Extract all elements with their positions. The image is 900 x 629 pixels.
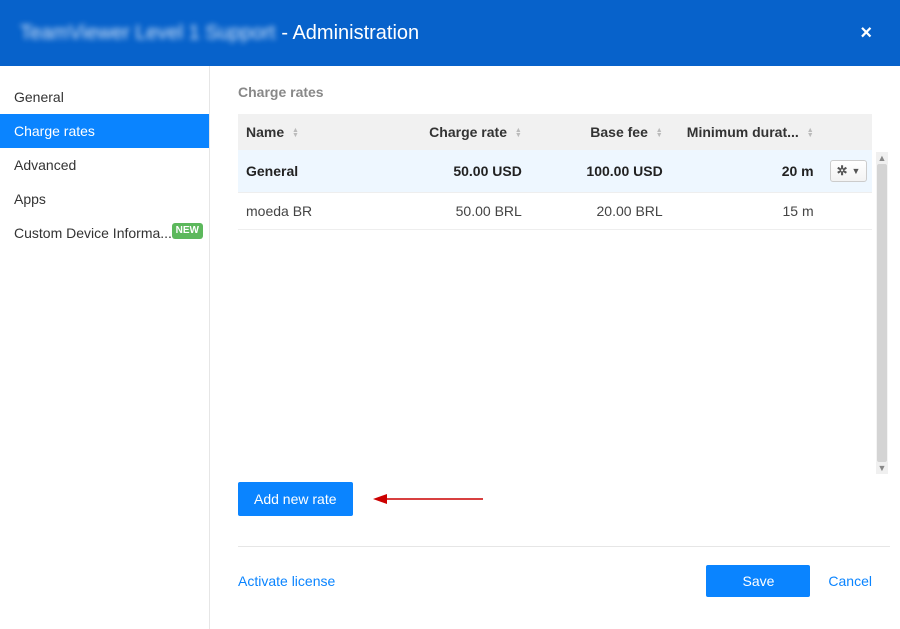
cell-base-fee: 20.00 BRL	[530, 193, 671, 230]
window-title-prefix: TeamViewer Level 1 Support	[20, 22, 275, 45]
column-header-actions	[822, 114, 872, 150]
arrow-annotation	[373, 489, 483, 509]
charge-rates-table-wrap: Name Charge rate Base fee Minimum d	[238, 114, 890, 474]
sidebar: General Charge rates Advanced Apps Custo…	[0, 66, 210, 629]
sidebar-item-label: Apps	[14, 191, 46, 207]
new-badge: NEW	[172, 223, 203, 239]
cancel-link[interactable]: Cancel	[828, 573, 872, 589]
gear-icon: ✲	[837, 163, 848, 179]
column-header-label: Minimum durat...	[687, 124, 799, 140]
sort-icon	[656, 128, 663, 138]
cell-name: General	[238, 150, 389, 193]
column-header-base-fee[interactable]: Base fee	[530, 114, 671, 150]
sidebar-item-advanced[interactable]: Advanced	[0, 148, 209, 182]
add-new-rate-button[interactable]: Add new rate	[238, 482, 353, 516]
sort-icon	[515, 128, 522, 138]
section-title: Charge rates	[238, 84, 890, 100]
cell-charge-rate: 50.00 USD	[389, 150, 530, 193]
window-title-suffix: - Administration	[281, 22, 419, 45]
sidebar-item-custom-device-info[interactable]: Custom Device Informa... NEW	[0, 216, 209, 250]
cell-min-duration: 15 m	[671, 193, 822, 230]
charge-rates-table: Name Charge rate Base fee Minimum d	[238, 114, 872, 230]
table-row[interactable]: General 50.00 USD 100.00 USD 20 m ✲ ▼	[238, 150, 872, 193]
sidebar-item-charge-rates[interactable]: Charge rates	[0, 114, 209, 148]
window-title: TeamViewer Level 1 Support - Administrat…	[20, 22, 419, 45]
cell-min-duration: 20 m	[671, 150, 822, 193]
vertical-scrollbar[interactable]: ▲ ▼	[876, 152, 888, 474]
scroll-down-icon[interactable]: ▼	[876, 462, 888, 474]
sidebar-item-general[interactable]: General	[0, 80, 209, 114]
column-header-label: Charge rate	[429, 124, 507, 140]
close-icon[interactable]: ×	[852, 18, 880, 49]
sidebar-item-apps[interactable]: Apps	[0, 182, 209, 216]
main-panel: Charge rates Name Charge rate	[210, 66, 900, 629]
table-row[interactable]: moeda BR 50.00 BRL 20.00 BRL 15 m	[238, 193, 872, 230]
column-header-label: Name	[246, 124, 284, 140]
scroll-thumb[interactable]	[877, 164, 887, 462]
sidebar-item-label: Advanced	[14, 157, 76, 173]
chevron-down-icon: ▼	[852, 166, 861, 176]
column-header-min-duration[interactable]: Minimum durat...	[671, 114, 822, 150]
sort-icon	[292, 128, 299, 138]
sidebar-item-label: Custom Device Informa...	[14, 225, 172, 241]
cell-charge-rate: 50.00 BRL	[389, 193, 530, 230]
window-header: TeamViewer Level 1 Support - Administrat…	[0, 0, 900, 66]
sort-icon	[807, 128, 814, 138]
column-header-label: Base fee	[590, 124, 648, 140]
activate-license-link[interactable]: Activate license	[238, 573, 335, 589]
sidebar-item-label: General	[14, 89, 64, 105]
footer: Activate license Save Cancel	[238, 547, 890, 615]
column-header-charge-rate[interactable]: Charge rate	[389, 114, 530, 150]
column-header-name[interactable]: Name	[238, 114, 389, 150]
sidebar-item-label: Charge rates	[14, 123, 95, 139]
row-actions-button[interactable]: ✲ ▼	[830, 160, 868, 182]
cell-base-fee: 100.00 USD	[530, 150, 671, 193]
cell-name: moeda BR	[238, 193, 389, 230]
save-button[interactable]: Save	[706, 565, 810, 597]
scroll-up-icon[interactable]: ▲	[876, 152, 888, 164]
